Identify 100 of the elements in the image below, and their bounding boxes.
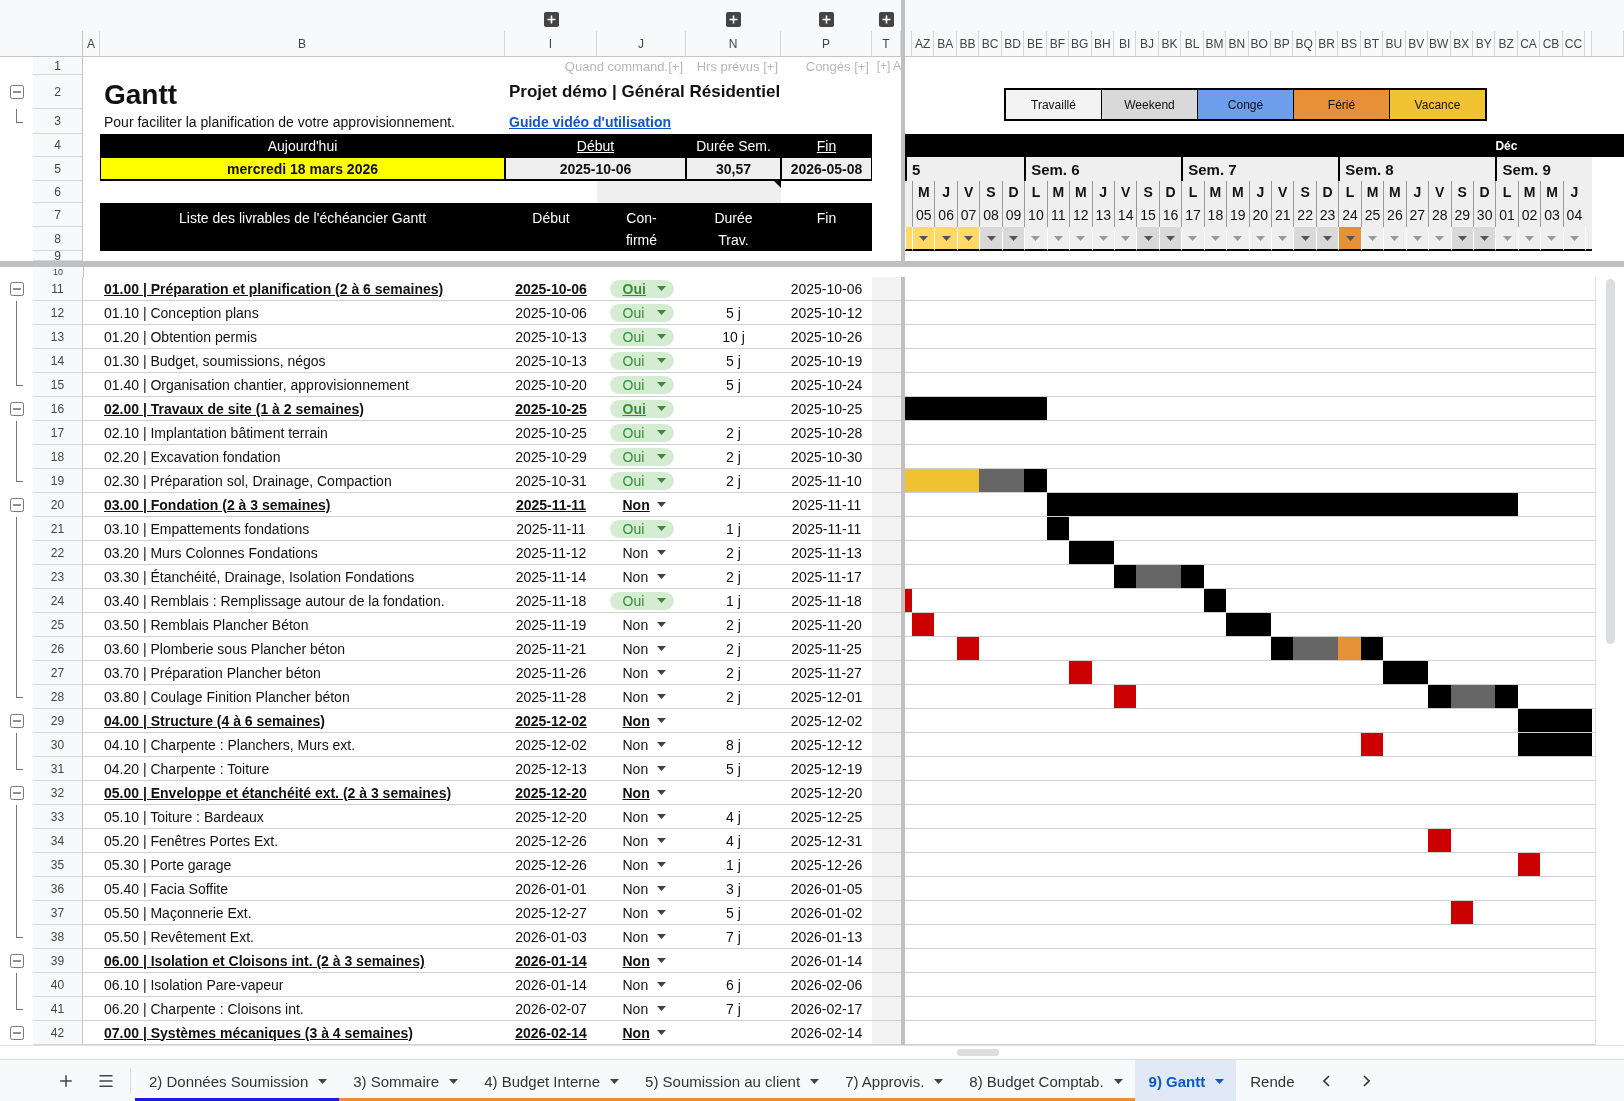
row-number[interactable]: 36 [33,877,83,901]
row-number[interactable]: 41 [33,997,83,1021]
status-dropdown[interactable]: Non [609,615,674,634]
day-type-dropdown[interactable] [956,227,980,251]
sheet-tab[interactable]: 5) Soumission au client [631,1060,832,1101]
collapse-group-button[interactable] [9,498,24,512]
status-dropdown[interactable]: Non [609,687,674,706]
day-type-dropdown[interactable] [1383,227,1406,251]
day-type-dropdown[interactable] [1024,227,1047,251]
row-number[interactable]: 14 [33,349,83,373]
day-type-dropdown[interactable] [1293,227,1316,251]
day-type-dropdown[interactable] [1540,227,1563,251]
row-number[interactable]: 5 [33,157,83,181]
row-number[interactable]: 16 [33,397,83,421]
status-dropdown[interactable]: Non [609,855,674,874]
status-dropdown[interactable]: Oui [609,591,674,610]
column-header[interactable]: BI [1113,31,1137,57]
sheet-tab[interactable]: 9) Gantt [1134,1060,1237,1101]
expand-group-button[interactable] [726,12,741,27]
collapse-group-button[interactable] [9,1026,24,1040]
status-dropdown[interactable]: Oui [609,375,674,394]
column-header[interactable]: BD [1001,31,1025,57]
row-number[interactable]: 29 [33,709,83,733]
day-type-dropdown[interactable] [1248,227,1271,251]
collapse-group-button[interactable] [9,282,24,296]
day-type-dropdown[interactable] [1585,227,1593,251]
row-number[interactable]: 39 [33,949,83,973]
day-type-dropdown[interactable] [1046,227,1070,251]
status-dropdown[interactable]: Non [609,927,674,946]
day-type-dropdown[interactable] [912,227,935,251]
status-dropdown[interactable]: Oui [609,303,674,322]
status-dropdown[interactable]: Non [609,831,674,850]
day-type-dropdown[interactable] [1405,227,1429,251]
status-dropdown[interactable]: Oui [609,423,674,442]
day-type-dropdown[interactable] [1001,227,1025,251]
column-header[interactable]: BH [1091,31,1114,57]
column-header[interactable]: BY [1472,31,1496,57]
day-type-dropdown[interactable] [1226,227,1249,251]
day-type-dropdown[interactable] [905,227,912,251]
status-dropdown[interactable]: Oui [609,351,674,370]
row-number[interactable]: 9 [33,251,83,261]
column-header[interactable]: BE [1024,31,1047,57]
status-dropdown[interactable]: Non [609,711,674,730]
status-dropdown[interactable]: Non [609,759,674,778]
status-dropdown[interactable]: Non [609,543,674,562]
day-type-dropdown[interactable] [1517,227,1541,251]
day-type-dropdown[interactable] [1315,227,1339,251]
column-header[interactable]: N [686,31,781,57]
day-type-dropdown[interactable] [1181,227,1204,251]
row-number[interactable]: 2 [33,75,83,109]
day-type-dropdown[interactable] [979,227,1002,251]
sheet-tab[interactable]: 4) Budget Interne [470,1060,632,1101]
column-header[interactable]: BP [1271,31,1294,57]
collapse-group-button[interactable] [9,714,24,728]
day-type-dropdown[interactable] [1113,227,1137,251]
row-number[interactable]: 35 [33,853,83,877]
day-type-dropdown[interactable] [1091,227,1114,251]
column-header[interactable]: I [505,31,597,57]
status-dropdown[interactable]: Oui [609,471,674,490]
status-dropdown[interactable]: Non [609,663,674,682]
status-dropdown[interactable]: Non [609,807,674,826]
column-header[interactable]: BS [1338,31,1361,57]
scrollbar-thumb[interactable] [957,1049,999,1056]
day-type-dropdown[interactable] [1450,227,1473,251]
column-header[interactable]: BC [979,31,1002,57]
column-header[interactable]: BU [1383,31,1406,57]
row-number[interactable]: 26 [33,637,83,661]
status-dropdown[interactable]: Non [609,735,674,754]
column-header[interactable]: BA [934,31,957,57]
row-number[interactable]: 20 [33,493,83,517]
day-type-dropdown[interactable] [1562,227,1586,251]
collapse-group-button[interactable] [9,786,24,800]
sheet-tab[interactable]: 2) Données Soumission [135,1060,340,1101]
row-number[interactable]: 7 [33,203,83,227]
day-type-dropdown[interactable] [1069,227,1092,251]
day-type-dropdown[interactable] [1136,227,1159,251]
sheet-tab[interactable]: Rende [1236,1060,1307,1101]
day-type-dropdown[interactable] [1338,227,1361,251]
scrollbar-thumb[interactable] [1605,279,1615,644]
collapse-group-button[interactable] [9,954,24,968]
row-number[interactable]: 10 [33,267,84,277]
guide-link[interactable]: Guide vidéo d'utilisation [509,113,671,130]
row-number[interactable]: 38 [33,925,83,949]
row-number[interactable]: 22 [33,541,83,565]
column-header[interactable]: T [872,31,901,57]
expand-group-button[interactable] [819,12,834,27]
column-header[interactable]: BZ [1495,31,1518,57]
row-number[interactable]: 37 [33,901,83,925]
row-number[interactable]: 27 [33,661,83,685]
column-header[interactable]: BG [1069,31,1092,57]
row-number[interactable]: 23 [33,565,83,589]
column-header[interactable]: BQ [1293,31,1316,57]
column-header[interactable]: BT [1360,31,1384,57]
column-header[interactable]: CC [1562,31,1586,57]
column-header[interactable]: BN [1226,31,1249,57]
column-header[interactable]: A [83,31,100,57]
column-header[interactable]: BV [1405,31,1429,57]
column-header[interactable]: B [100,31,505,57]
column-header[interactable]: BL [1181,31,1204,57]
status-dropdown[interactable]: Non [609,903,674,922]
